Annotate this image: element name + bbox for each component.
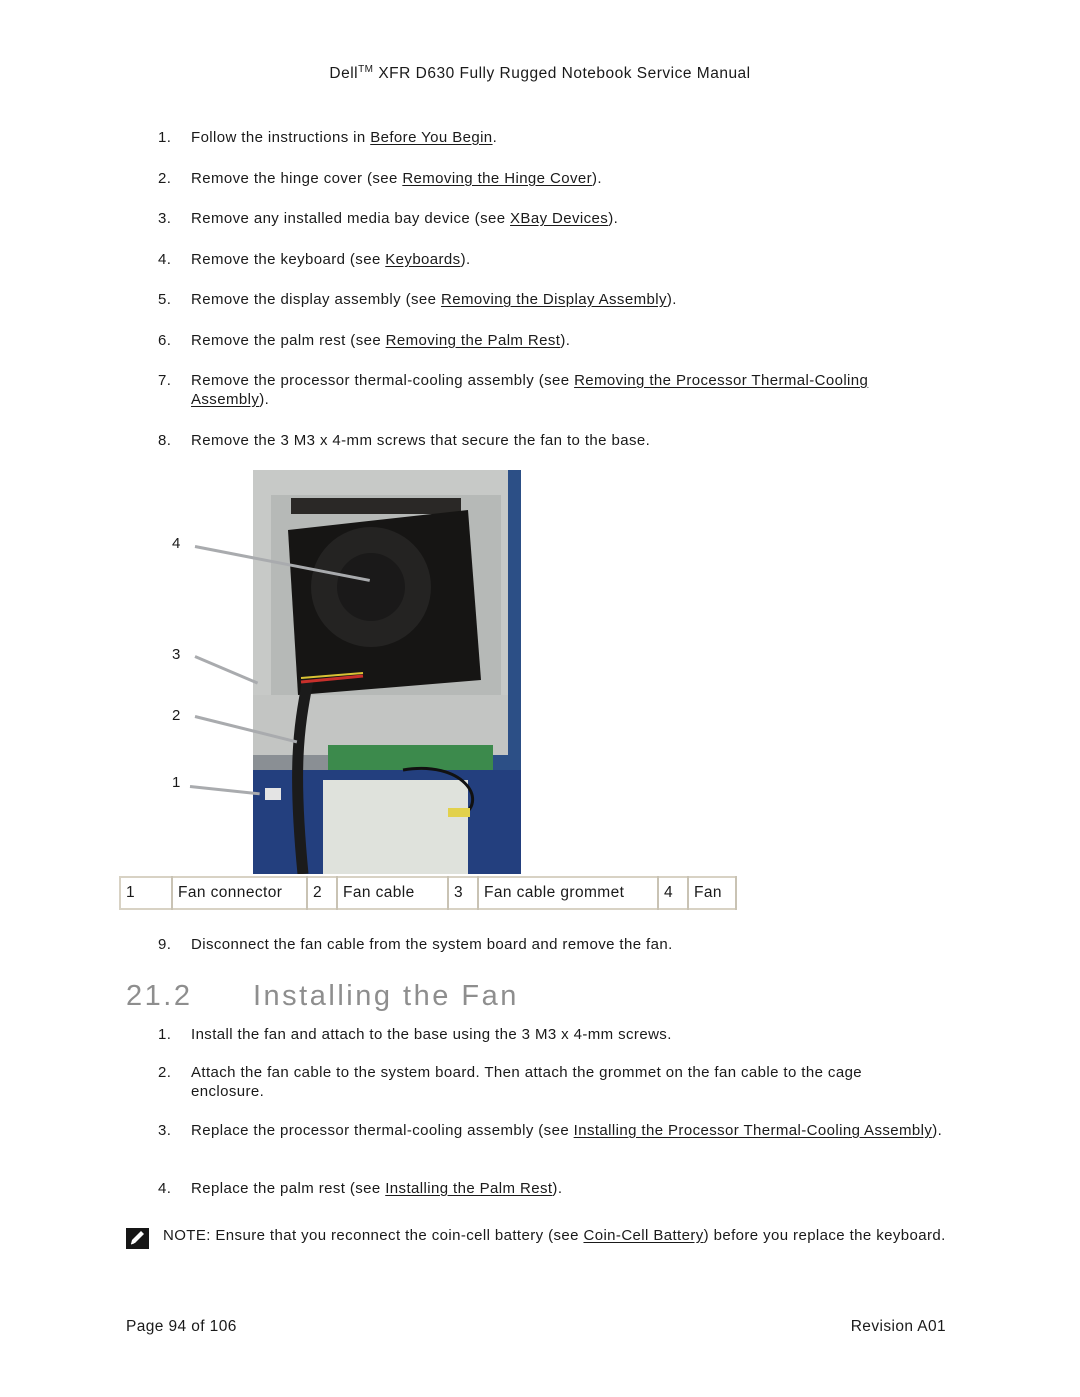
install-step: 4. Replace the palm rest (see Installing… [158,1180,563,1197]
removal-step: 1. Follow the instructions in Before You… [158,129,498,146]
link-removing-hinge-cover[interactable]: Removing the Hinge Cover [402,170,592,187]
link-removing-palm-rest[interactable]: Removing the Palm Rest [386,332,561,349]
fan-photo-illustration [253,470,521,874]
callout-1: 1 [172,774,181,791]
removal-step: 8. Remove the 3 M3 x 4-mm screws that se… [158,432,651,449]
removal-step: 2. Remove the hinge cover (see Removing … [158,170,602,187]
brand: Dell [329,65,359,82]
note-pencil-icon [126,1228,149,1249]
link-before-you-begin[interactable]: Before You Begin [370,129,492,146]
legend-label: Fan cable [336,876,449,910]
install-step: 2. Attach the fan cable to the system bo… [158,1064,863,1100]
link-keyboards[interactable]: Keyboards [385,251,460,268]
removal-step: 7. Remove the processor thermal-cooling … [158,372,869,408]
removal-step: 5. Remove the display assembly (see Remo… [158,291,677,308]
removal-step: 6. Remove the palm rest (see Removing th… [158,332,571,349]
install-step: 1. Install the fan and attach to the bas… [158,1026,672,1043]
callout-3: 3 [172,646,181,663]
manual-title: XFR D630 Fully Rugged Notebook Service M… [373,65,751,82]
callout-2: 2 [172,707,181,724]
section-heading: 21.2 Installing the Fan [126,980,519,1013]
callout-line-1 [189,785,260,796]
revision-label: Revision A01 [850,1318,946,1335]
page-number: Page 94 of 106 [126,1318,237,1335]
legend-label: Fan connector [171,876,308,910]
link-xbay-devices[interactable]: XBay Devices [510,210,608,227]
fan-photo [253,470,521,874]
section-title: Installing the Fan [253,980,519,1012]
link-installing-palm-rest[interactable]: Installing the Palm Rest [385,1180,552,1197]
legend-label: Fan [687,876,737,910]
page-header: DellTM XFR D630 Fully Rugged Notebook Se… [0,64,1080,83]
trademark: TM [358,64,374,75]
legend-num: 4 [657,876,689,910]
removal-step: 4. Remove the keyboard (see Keyboards). [158,251,471,268]
install-step: 3. Replace the processor thermal-cooling… [158,1122,943,1139]
removal-step: 9. Disconnect the fan cable from the sys… [158,936,673,953]
legend-num: 3 [447,876,479,910]
link-coin-cell-battery[interactable]: Coin-Cell Battery [583,1227,703,1244]
legend-label: Fan cable grommet [477,876,659,910]
legend-num: 1 [119,876,173,910]
section-number: 21.2 [126,980,193,1012]
callout-line-3 [194,655,259,685]
link-installing-processor-thermal-cooling[interactable]: Installing the Processor Thermal-Cooling… [574,1122,933,1139]
removal-step: 3. Remove any installed media bay device… [158,210,619,227]
legend-num: 2 [306,876,338,910]
link-removing-display-assembly[interactable]: Removing the Display Assembly [441,291,667,308]
callout-legend-table: 1 Fan connector 2 Fan cable 3 Fan cable … [119,876,737,910]
note-block: NOTE: Ensure that you reconnect the coin… [126,1226,956,1249]
callout-4: 4 [172,535,181,552]
legend-row: 1 Fan connector 2 Fan cable 3 Fan cable … [119,876,737,910]
